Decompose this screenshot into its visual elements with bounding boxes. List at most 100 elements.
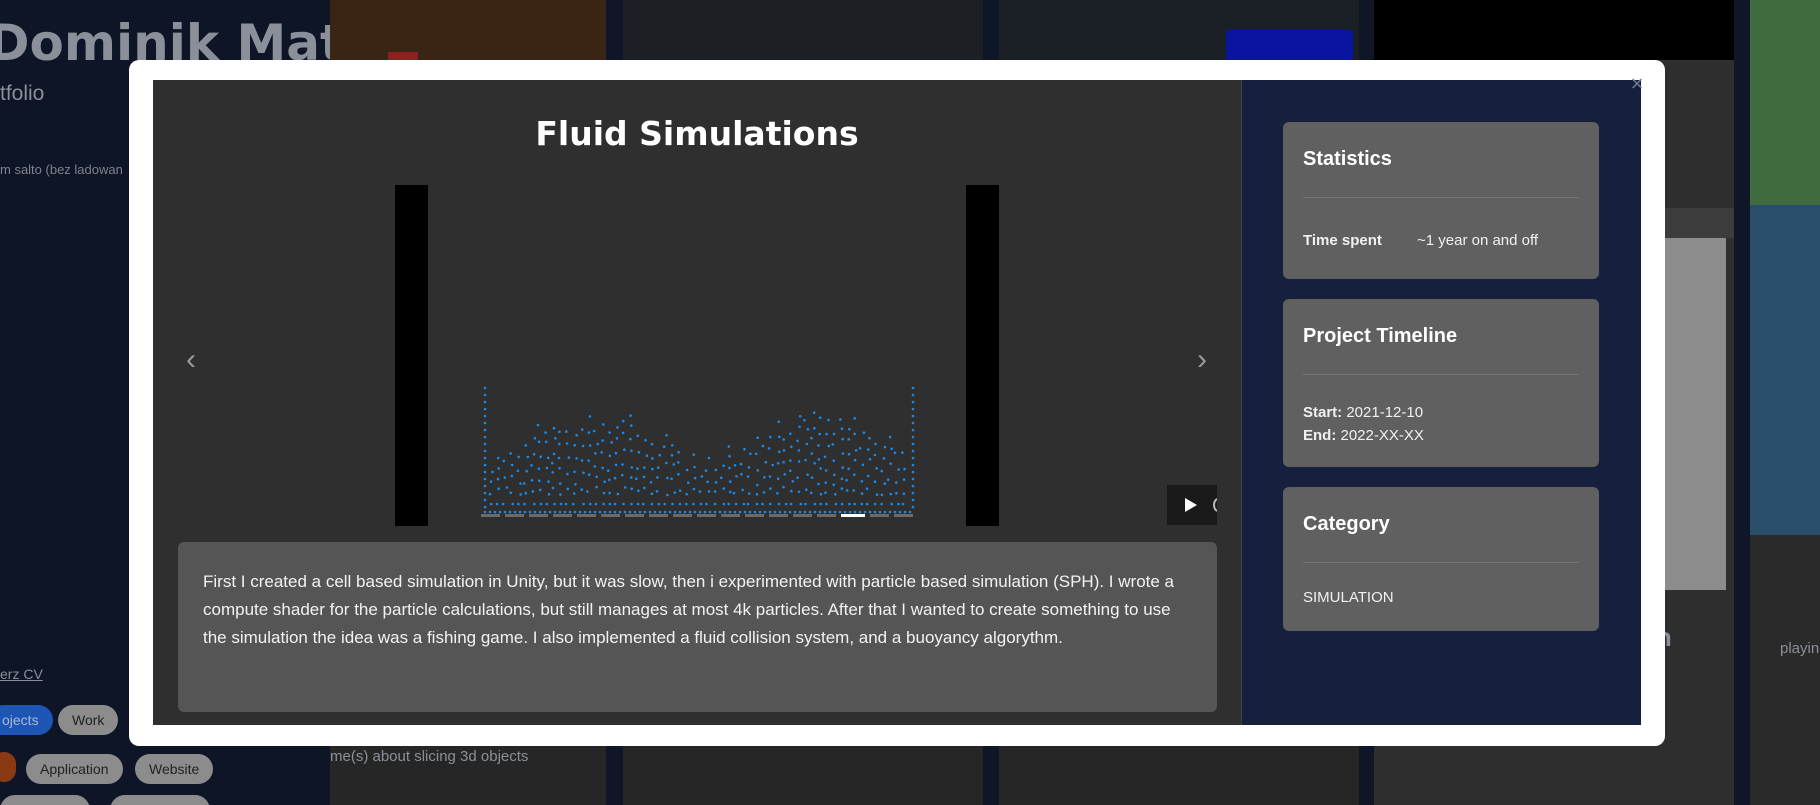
statistics-card-title: Statistics [1303,122,1579,198]
particle [742,502,746,506]
particle [692,502,695,506]
particle [483,428,487,432]
particle [728,510,732,514]
carousel-indicator[interactable] [649,514,668,517]
carousel-indicator[interactable] [769,514,788,517]
particle [580,488,584,491]
carousel-indicator[interactable] [625,514,644,517]
video-play-button[interactable] [1167,485,1217,525]
background-tag-projects[interactable]: ojects [0,705,53,735]
simulation-particles [483,386,915,514]
particle [858,447,862,450]
particle [741,488,744,492]
particle [782,485,785,489]
particle [890,502,893,506]
particle [834,502,838,506]
particle [580,459,584,462]
particle [587,459,590,462]
particle [524,444,528,447]
particle [658,510,662,514]
particle [860,502,864,506]
close-icon[interactable]: × [1627,73,1647,95]
carousel-indicator[interactable] [577,514,596,517]
particle [491,470,494,474]
carousel-indicator[interactable] [894,514,913,517]
particle [789,459,792,462]
particle [601,439,604,442]
particle [769,435,772,439]
carousel-indicator[interactable] [673,514,692,517]
particle [673,491,677,494]
carousel-indicator[interactable] [505,514,524,517]
particle [838,510,842,514]
carousel-indicator[interactable] [697,514,716,517]
particle [797,460,801,463]
background-tag-application[interactable]: Application [26,754,123,784]
background-tag-website[interactable]: Website [135,754,214,784]
particle [672,463,676,466]
particle [895,481,898,484]
particle [868,458,872,461]
carousel-indicator[interactable] [601,514,620,517]
particle [798,415,802,418]
particle [777,420,780,424]
particle [565,442,569,445]
chevron-left-icon[interactable]: ‹ [179,342,203,378]
particle [600,451,603,454]
particle [638,510,642,514]
carousel-indicator[interactable] [553,514,572,517]
particle [777,450,781,454]
particle [533,437,537,440]
particle [819,492,823,496]
particle [547,480,550,483]
background-project-card-5[interactable]: playin [1750,0,1820,805]
simulation-wall-right [966,185,999,526]
particle [827,444,831,448]
particle [865,487,869,491]
particle [827,418,830,422]
particle [761,502,764,506]
particle [858,510,862,514]
background-cv-link[interactable]: erz CV [0,666,43,682]
particle [580,428,584,431]
carousel-indicator[interactable] [721,514,740,517]
particle [908,510,912,514]
particle [758,510,762,514]
particle [539,455,542,459]
particle [614,463,618,467]
carousel-indicator[interactable] [481,514,500,517]
particle [608,478,611,482]
particle [733,510,737,514]
particle [596,442,600,446]
carousel-indicator[interactable] [793,514,812,517]
carousel-indicator[interactable] [841,514,865,517]
particle [603,510,607,514]
carousel-indicator[interactable] [817,514,836,517]
particle [707,456,711,460]
particle [551,486,555,490]
particle [819,502,822,506]
particle [860,480,864,483]
background-tag-partial-1[interactable] [0,795,90,805]
particle [847,467,850,471]
carousel-indicator[interactable] [870,514,889,517]
background-tag-partial-2[interactable] [110,795,210,805]
particle [832,432,836,436]
background-snippet: m salto (bez ladowan [0,162,123,177]
carousel-indicator[interactable] [529,514,548,517]
particle [616,492,620,496]
background-tag-work[interactable]: Work [58,705,119,735]
particle [831,443,834,446]
particle [568,510,572,514]
particle [589,502,592,506]
particle [586,490,589,493]
particle [621,473,624,477]
particle [798,510,802,514]
background-tag-dot[interactable] [0,752,16,782]
particle [594,502,598,506]
particle [650,502,654,506]
particle [651,457,654,460]
carousel-indicator[interactable] [745,514,764,517]
chevron-right-icon[interactable]: › [1190,342,1214,378]
particle [630,476,633,479]
